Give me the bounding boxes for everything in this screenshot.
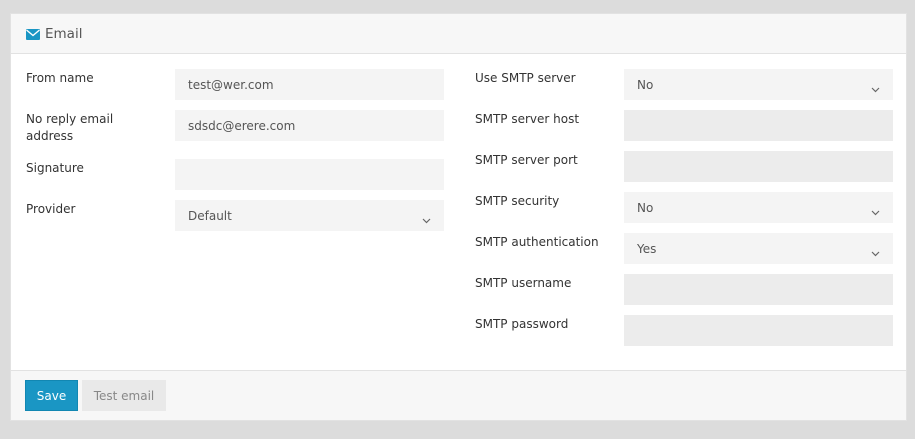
no-reply-email-value: sdsdc@erere.com (188, 118, 296, 133)
smtp-auth-label: SMTP authentication (475, 235, 599, 249)
smtp-password-input[interactable] (624, 315, 893, 346)
panel-title: Email (45, 25, 83, 42)
from-name-label: From name (26, 71, 94, 85)
use-smtp-selected-value: No (637, 77, 654, 92)
provider-label: Provider (26, 202, 76, 216)
panel-header: Email (11, 14, 906, 54)
from-name-input[interactable]: test@wer.com (175, 69, 444, 100)
use-smtp-label: Use SMTP server (475, 71, 576, 85)
test-email-button[interactable]: Test email (82, 380, 166, 411)
provider-select[interactable]: Default (175, 200, 444, 231)
panel-footer: Save Test email (11, 370, 906, 420)
smtp-host-input[interactable] (624, 110, 893, 141)
signature-input[interactable] (175, 159, 444, 190)
signature-label: Signature (26, 161, 84, 175)
smtp-port-input[interactable] (624, 151, 893, 182)
envelope-icon (26, 29, 40, 40)
smtp-password-label: SMTP password (475, 317, 569, 331)
no-reply-email-input[interactable]: sdsdc@erere.com (175, 110, 444, 141)
smtp-auth-selected-value: Yes (637, 241, 657, 256)
smtp-security-label: SMTP security (475, 194, 560, 208)
provider-selected-value: Default (188, 208, 232, 223)
from-name-value: test@wer.com (188, 77, 274, 92)
panel-body: From name test@wer.com No reply email ad… (11, 54, 906, 372)
chevron-down-icon (871, 82, 880, 92)
chevron-down-icon (871, 205, 880, 215)
save-button[interactable]: Save (25, 380, 78, 411)
chevron-down-icon (871, 246, 880, 256)
smtp-host-label: SMTP server host (475, 112, 580, 126)
smtp-security-select[interactable]: No (624, 192, 893, 223)
smtp-auth-select[interactable]: Yes (624, 233, 893, 264)
chevron-down-icon (422, 213, 431, 223)
smtp-security-selected-value: No (637, 200, 654, 215)
smtp-username-input[interactable] (624, 274, 893, 305)
use-smtp-select[interactable]: No (624, 69, 893, 100)
email-settings-panel: Email From name test@wer.com No reply em… (10, 13, 907, 421)
smtp-port-label: SMTP server port (475, 153, 578, 167)
smtp-username-label: SMTP username (475, 276, 572, 290)
no-reply-email-label: No reply email address (26, 112, 114, 143)
